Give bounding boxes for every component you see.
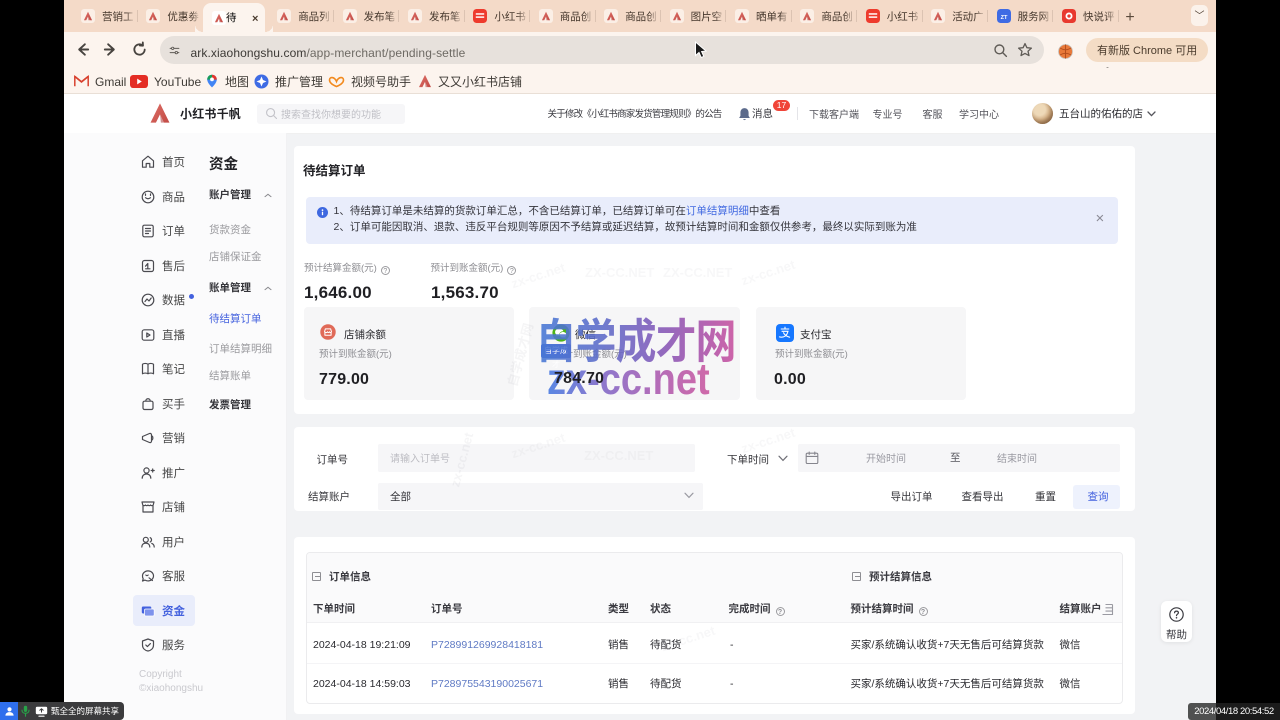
svg-text:ZT: ZT — [1000, 13, 1007, 21]
